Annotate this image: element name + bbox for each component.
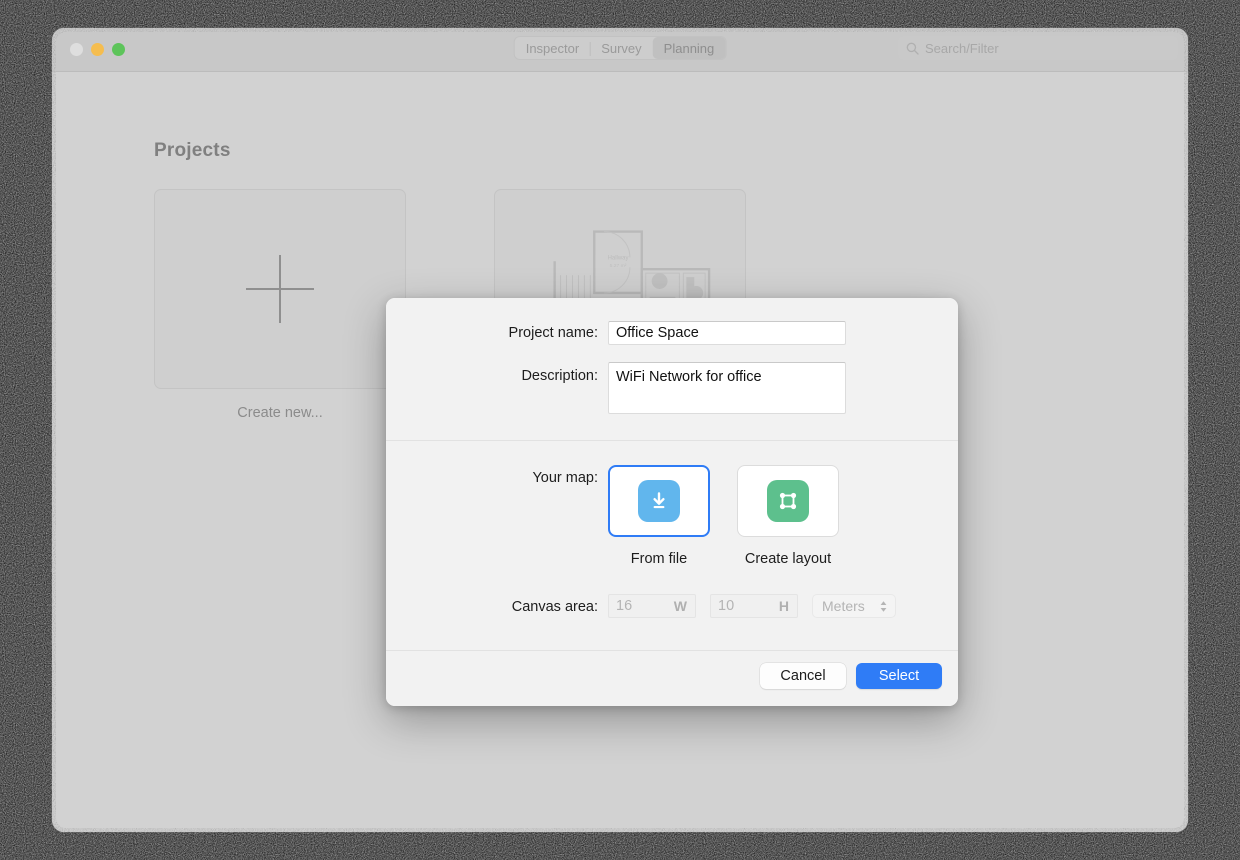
search-field[interactable]: Search/Filter xyxy=(898,36,1178,60)
download-icon xyxy=(638,480,680,522)
window-titlebar: Inspector Survey Planning Search/Filter xyxy=(52,28,1188,72)
page-title: Projects xyxy=(154,140,231,162)
new-project-dialog: Project name: Description: Your map: xyxy=(386,298,958,706)
create-new-label: Create new... xyxy=(154,405,406,421)
canvas-width-input[interactable]: 16 W xyxy=(608,594,696,618)
dialog-body: Project name: Description: Your map: xyxy=(386,298,958,650)
svg-text:5.27 m²: 5.27 m² xyxy=(610,263,627,269)
canvas-height-value: 10 xyxy=(711,598,734,614)
dialog-section-divider xyxy=(386,440,958,441)
map-source-options: From file xyxy=(608,465,839,567)
create-layout-button[interactable] xyxy=(737,465,839,537)
tab-survey[interactable]: Survey xyxy=(590,37,652,59)
tab-planning[interactable]: Planning xyxy=(653,37,726,59)
maximize-button-icon[interactable] xyxy=(112,43,125,56)
create-new-thumbnail[interactable] xyxy=(154,189,406,389)
project-card-create-new[interactable]: Create new... xyxy=(154,189,406,421)
search-icon xyxy=(906,42,919,55)
canvas-units-value: Meters xyxy=(822,598,865,614)
tab-inspector[interactable]: Inspector xyxy=(515,37,590,59)
svg-text:Hallway: Hallway xyxy=(608,255,629,261)
canvas-width-value: 16 xyxy=(609,598,632,614)
map-option-create-layout[interactable]: Create layout xyxy=(737,465,839,567)
close-button-icon[interactable] xyxy=(70,43,83,56)
select-button[interactable]: Select xyxy=(856,663,942,689)
minimize-button-icon[interactable] xyxy=(91,43,104,56)
mode-segmented-control[interactable]: Inspector Survey Planning xyxy=(514,36,727,60)
canvas-area-label: Canvas area: xyxy=(386,599,598,615)
screen: Inspector Survey Planning Search/Filter … xyxy=(0,0,1240,860)
project-name-label: Project name: xyxy=(386,325,598,341)
tab-survey-label: Survey xyxy=(601,41,641,56)
chevron-updown-icon xyxy=(878,599,889,614)
frame-handles-icon xyxy=(767,480,809,522)
description-label: Description: xyxy=(386,368,598,384)
canvas-units-select[interactable]: Meters xyxy=(812,594,896,618)
create-layout-label: Create layout xyxy=(737,551,839,567)
tab-inspector-label: Inspector xyxy=(526,41,579,56)
canvas-width-unit: W xyxy=(674,598,687,614)
main-content: Projects Create new... xyxy=(52,72,1188,832)
dialog-buttons: Cancel Select xyxy=(760,663,942,689)
project-name-input[interactable] xyxy=(608,321,846,345)
map-option-from-file[interactable]: From file xyxy=(608,465,710,567)
plus-icon xyxy=(246,255,314,323)
your-map-label: Your map: xyxy=(386,470,598,486)
traffic-lights xyxy=(70,43,125,56)
canvas-area-row: 16 W 10 H Meters xyxy=(608,594,896,618)
canvas-height-unit: H xyxy=(779,598,789,614)
from-file-button[interactable] xyxy=(608,465,710,537)
search-placeholder: Search/Filter xyxy=(925,41,999,56)
canvas-height-input[interactable]: 10 H xyxy=(710,594,798,618)
dialog-footer: Cancel Select xyxy=(386,651,958,706)
from-file-label: From file xyxy=(608,551,710,567)
app-window: Inspector Survey Planning Search/Filter … xyxy=(52,28,1188,832)
tab-planning-label: Planning xyxy=(664,41,715,56)
cancel-button[interactable]: Cancel xyxy=(760,663,846,689)
description-input[interactable] xyxy=(608,362,846,414)
